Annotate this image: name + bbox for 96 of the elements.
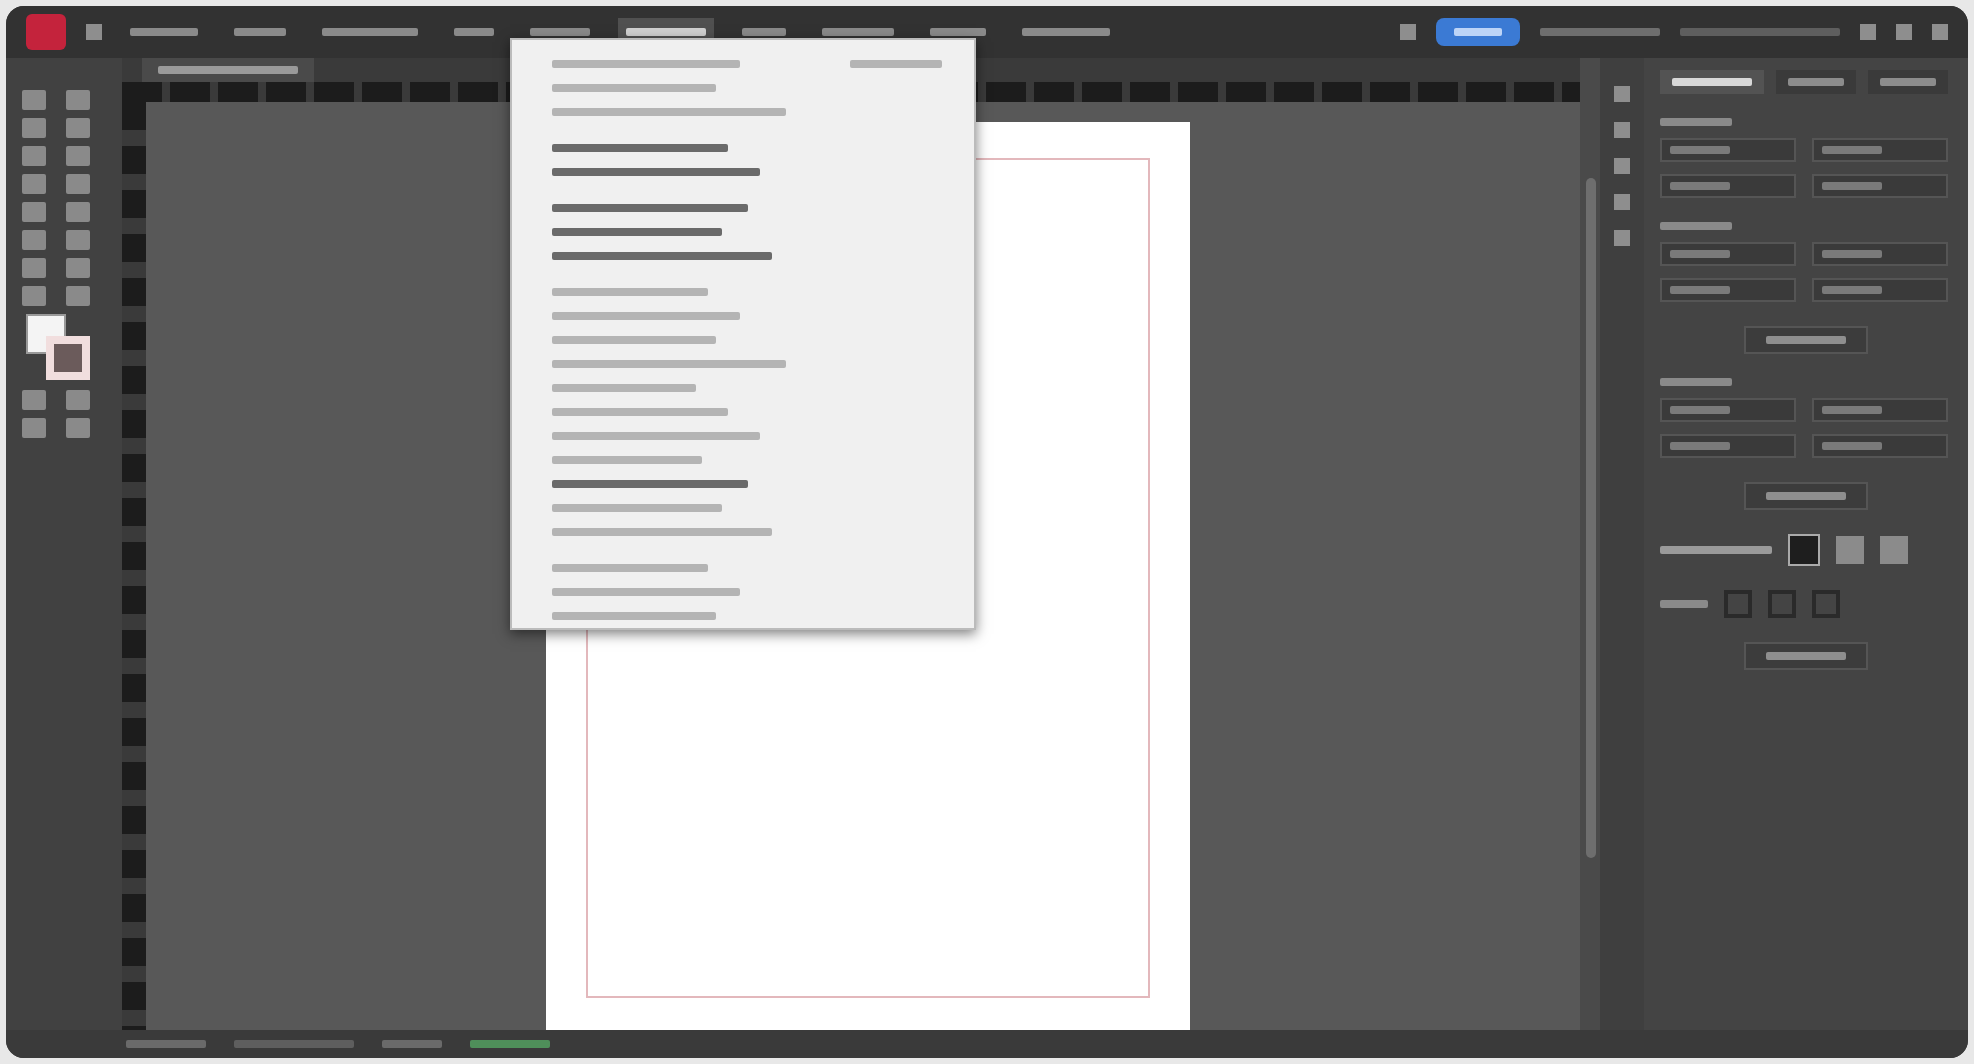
app-logo-icon bbox=[26, 14, 66, 50]
input-field[interactable] bbox=[1812, 138, 1948, 162]
scrollbar[interactable] bbox=[1580, 58, 1600, 1030]
panel-icon[interactable] bbox=[1614, 158, 1630, 174]
blurred-text bbox=[1670, 146, 1730, 154]
tool-icon[interactable] bbox=[22, 418, 46, 438]
tool-icon[interactable] bbox=[66, 202, 90, 222]
blurred-text bbox=[1880, 78, 1936, 86]
blurred-text bbox=[1822, 146, 1882, 154]
blurred-text bbox=[1022, 28, 1110, 36]
blurred-text bbox=[1660, 222, 1732, 230]
blurred-text bbox=[322, 28, 418, 36]
input-field[interactable] bbox=[1812, 174, 1948, 198]
tool-icon[interactable] bbox=[66, 258, 90, 278]
document-tab[interactable] bbox=[142, 58, 314, 82]
blurred-text bbox=[1822, 250, 1882, 258]
blurred-text bbox=[552, 384, 696, 392]
tool-icon[interactable] bbox=[22, 202, 46, 222]
swatch-icon[interactable] bbox=[1788, 534, 1820, 566]
blurred-text bbox=[1670, 286, 1730, 294]
panel-button[interactable] bbox=[1744, 326, 1868, 354]
frame-icon[interactable] bbox=[1812, 590, 1840, 618]
blurred-text bbox=[930, 28, 986, 36]
blurred-text bbox=[1822, 442, 1882, 450]
blurred-text bbox=[382, 1040, 442, 1048]
panel-icon[interactable] bbox=[1614, 86, 1630, 102]
blurred-text bbox=[454, 28, 494, 36]
blurred-text bbox=[1670, 250, 1730, 258]
panel-tab[interactable] bbox=[1660, 70, 1764, 94]
tool-icon[interactable] bbox=[22, 174, 46, 194]
blurred-text bbox=[1660, 118, 1732, 126]
blurred-text bbox=[126, 1040, 206, 1048]
blurred-text bbox=[234, 1040, 354, 1048]
tool-icon[interactable] bbox=[22, 146, 46, 166]
blurred-text bbox=[1672, 78, 1752, 86]
shortcut-text bbox=[850, 60, 942, 68]
input-field[interactable] bbox=[1812, 434, 1948, 458]
input-field[interactable] bbox=[1812, 398, 1948, 422]
blurred-text bbox=[530, 28, 590, 36]
frame-icon[interactable] bbox=[1768, 590, 1796, 618]
blurred-text bbox=[1788, 78, 1844, 86]
tool-icon[interactable] bbox=[66, 418, 90, 438]
input-field[interactable] bbox=[1660, 398, 1796, 422]
blurred-text bbox=[470, 1040, 550, 1048]
blurred-text bbox=[1766, 652, 1846, 660]
blurred-text bbox=[1670, 442, 1730, 450]
blurred-text bbox=[1660, 378, 1732, 386]
panel-button[interactable] bbox=[1744, 482, 1868, 510]
blurred-text bbox=[1454, 28, 1502, 36]
swatch-icon[interactable] bbox=[1880, 536, 1908, 564]
input-field[interactable] bbox=[1812, 242, 1948, 266]
tool-icon[interactable] bbox=[66, 286, 90, 306]
tool-icon[interactable] bbox=[66, 118, 90, 138]
tool-icon[interactable] bbox=[22, 258, 46, 278]
input-field[interactable] bbox=[1812, 278, 1948, 302]
input-field[interactable] bbox=[1660, 138, 1796, 162]
tool-icon[interactable] bbox=[66, 146, 90, 166]
input-field[interactable] bbox=[1660, 278, 1796, 302]
input-field[interactable] bbox=[1660, 242, 1796, 266]
input-field[interactable] bbox=[1660, 434, 1796, 458]
tool-icon[interactable] bbox=[22, 286, 46, 306]
panel-tab[interactable] bbox=[1776, 70, 1856, 94]
panel-button[interactable] bbox=[1744, 642, 1868, 670]
swatch-icon[interactable] bbox=[1836, 536, 1864, 564]
blurred-text bbox=[1670, 406, 1730, 414]
blurred-text bbox=[742, 28, 786, 36]
share-button[interactable] bbox=[1436, 18, 1520, 46]
panel-icon[interactable] bbox=[1614, 230, 1630, 246]
tool-icon[interactable] bbox=[22, 118, 46, 138]
blurred-text bbox=[822, 28, 894, 36]
tool-icon[interactable] bbox=[22, 230, 46, 250]
blurred-text bbox=[130, 28, 198, 36]
blurred-text bbox=[1660, 546, 1772, 554]
panel-icon[interactable] bbox=[1614, 194, 1630, 210]
square-icon[interactable] bbox=[1400, 24, 1416, 40]
tool-icon[interactable] bbox=[66, 174, 90, 194]
blurred-text bbox=[1660, 600, 1708, 608]
blurred-text bbox=[1822, 286, 1882, 294]
panel-tab[interactable] bbox=[1868, 70, 1948, 94]
tool-icon[interactable] bbox=[66, 230, 90, 250]
tool-icon[interactable] bbox=[22, 90, 46, 110]
blurred-text bbox=[158, 66, 298, 74]
blurred-text bbox=[1670, 182, 1730, 190]
panel-icon[interactable] bbox=[1614, 122, 1630, 138]
blurred-text bbox=[1766, 336, 1846, 344]
input-field[interactable] bbox=[1660, 174, 1796, 198]
blurred-text bbox=[626, 28, 706, 36]
blurred-text bbox=[234, 28, 286, 36]
blurred-text bbox=[1822, 182, 1882, 190]
blurred-text bbox=[1822, 406, 1882, 414]
frame-icon[interactable] bbox=[1724, 590, 1752, 618]
tool-icon[interactable] bbox=[66, 90, 90, 110]
blurred-text bbox=[1766, 492, 1846, 500]
tool-icon[interactable] bbox=[22, 390, 46, 410]
tool-icon[interactable] bbox=[66, 390, 90, 410]
blurred-text bbox=[1540, 28, 1660, 36]
